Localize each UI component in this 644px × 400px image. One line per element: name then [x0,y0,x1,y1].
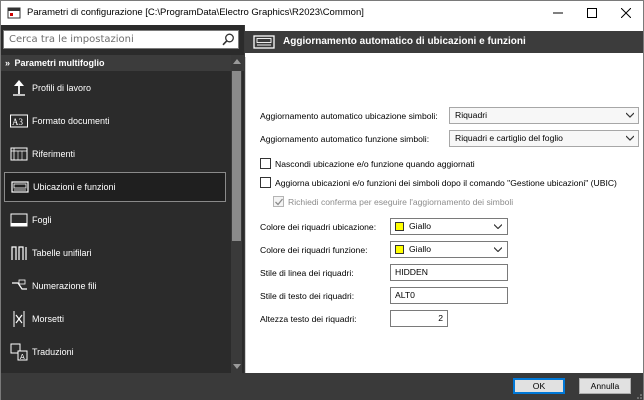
group-header-multisheet[interactable]: » Parametri multifoglio [1,55,244,71]
sidebar-item-sheets[interactable]: Fogli [4,205,226,235]
location-update-select[interactable]: Riquadri [449,107,639,124]
location-color-label: Colore dei riquadri ubicazione: [260,222,377,232]
location-color-select[interactable]: Giallo [390,218,508,235]
config-window: Parametri di configurazione [C:\ProgramD… [0,0,644,400]
sidebar-item-references[interactable]: Riferimenti [4,139,226,169]
ok-button[interactable]: OK [513,378,565,394]
confirm-checkbox[interactable] [273,196,284,207]
sidebar-item-work-profiles[interactable]: Profili di lavoro [4,73,226,103]
function-color-value: Giallo [409,244,431,254]
function-color-select[interactable]: Giallo [390,241,508,258]
monitor-icon [253,35,275,49]
text-style-field[interactable]: ALT0 [390,287,508,304]
search-placeholder: Cerca tra le impostazioni [9,34,134,45]
sidebar-item-label: Ubicazioni e funzioni [33,182,116,192]
function-color-label: Colore dei riquadri funzione: [260,245,368,255]
a3-icon: A3 [10,114,28,128]
scroll-up-icon[interactable] [233,59,241,64]
sidebar-item-label: Fogli [32,215,52,225]
resize-grip-icon[interactable] [634,391,642,399]
minimize-button[interactable] [541,1,575,25]
location-update-value: Riquadri [455,110,488,120]
update-after-label: Aggiorna ubicazioni e/o funzioni dei sim… [275,178,617,188]
monitor-icon [11,181,29,193]
close-icon [621,8,631,18]
sidebar-item-unifilar-tables[interactable]: Tabelle unifilari [4,238,226,268]
svg-text:A: A [20,354,25,361]
line-style-label: Stile di linea dei riquadri: [260,268,354,278]
close-button[interactable] [609,1,643,25]
settings-form: Aggiornamento automatico ubicazione simb… [245,57,643,373]
color-swatch [395,222,404,231]
wire-numbering-icon [12,279,27,290]
search-icon[interactable] [222,33,235,46]
sidebar-item-locations-functions[interactable]: Ubicazioni e funzioni [4,172,226,202]
chevron-down-icon [626,112,634,118]
settings-content: Aggiornamento automatico di ubicazioni e… [245,25,643,373]
checkmark-icon [275,198,283,206]
terminal-icon [13,311,25,327]
window-title: Parametri di configurazione [C:\ProgramD… [27,7,364,18]
sidebar-scrollbar[interactable] [231,55,242,373]
sidebar-item-document-format[interactable]: A3 Formato documenti [4,106,226,136]
function-update-value: Riquadri e cartiglio del foglio [455,133,563,143]
sidebar-item-wire-numbering[interactable]: Numerazione fili [4,271,226,301]
text-height-label: Altezza testo dei riquadri: [260,314,357,324]
app-icon [7,7,21,19]
hide-checkbox[interactable] [260,158,271,169]
text-height-field[interactable]: 2 [390,310,448,327]
sidebar-item-label: Traduzioni [32,347,74,357]
confirm-label: Richiedi conferma per eseguire l'aggiorn… [288,197,514,207]
update-after-checkbox[interactable] [260,177,271,188]
section-header: Aggiornamento automatico di ubicazioni e… [245,31,643,53]
sidebar-item-label: Riferimenti [32,149,76,159]
function-update-label: Aggiornamento automatico funzione simbol… [260,134,430,144]
sidebar-item-label: Formato documenti [32,116,110,126]
collapse-chevron-icon[interactable]: » [5,58,10,68]
dialog-footer: OK Annulla [1,373,643,400]
sidebar-item-label: Morsetti [32,314,65,324]
location-color-value: Giallo [409,221,431,231]
sidebar-item-translations[interactable]: A Traduzioni [4,337,226,367]
minimize-icon [553,12,563,14]
chevron-down-icon [494,224,502,229]
sidebar-item-label: Profili di lavoro [32,83,92,93]
color-swatch [395,245,404,254]
sidebar-item-label: Tabelle unifilari [32,248,92,258]
sidebar-item-label: Numerazione fili [32,281,97,291]
chevron-down-icon [626,135,634,141]
cancel-button[interactable]: Annulla [579,378,631,394]
text-style-label: Stile di testo dei riquadri: [260,291,355,301]
translate-icon: A [10,343,28,361]
svg-text:A3: A3 [12,117,23,127]
maximize-icon [587,8,597,18]
up-arrow-icon [13,80,25,96]
title-bar[interactable]: Parametri di configurazione [C:\ProgramD… [1,1,643,25]
hide-label: Nascondi ubicazione e/o funzione quando … [275,159,475,169]
sheet-icon [10,213,28,227]
line-style-field[interactable]: HIDDEN [390,264,508,281]
group-label: Parametri multifoglio [14,58,105,68]
search-input[interactable]: Cerca tra le impostazioni [3,30,239,49]
grid-icon [10,147,28,161]
settings-sidebar: Cerca tra le impostazioni » Parametri mu… [1,25,244,373]
scroll-down-icon[interactable] [233,364,241,369]
sidebar-item-terminals[interactable]: Morsetti [4,304,226,334]
section-title: Aggiornamento automatico di ubicazioni e… [283,36,526,47]
scrollbar-thumb[interactable] [232,71,241,241]
chevron-down-icon [494,247,502,252]
unifilar-icon [11,246,27,260]
location-update-label: Aggiornamento automatico ubicazione simb… [260,111,438,121]
maximize-button[interactable] [575,1,609,25]
function-update-select[interactable]: Riquadri e cartiglio del foglio [449,130,639,147]
